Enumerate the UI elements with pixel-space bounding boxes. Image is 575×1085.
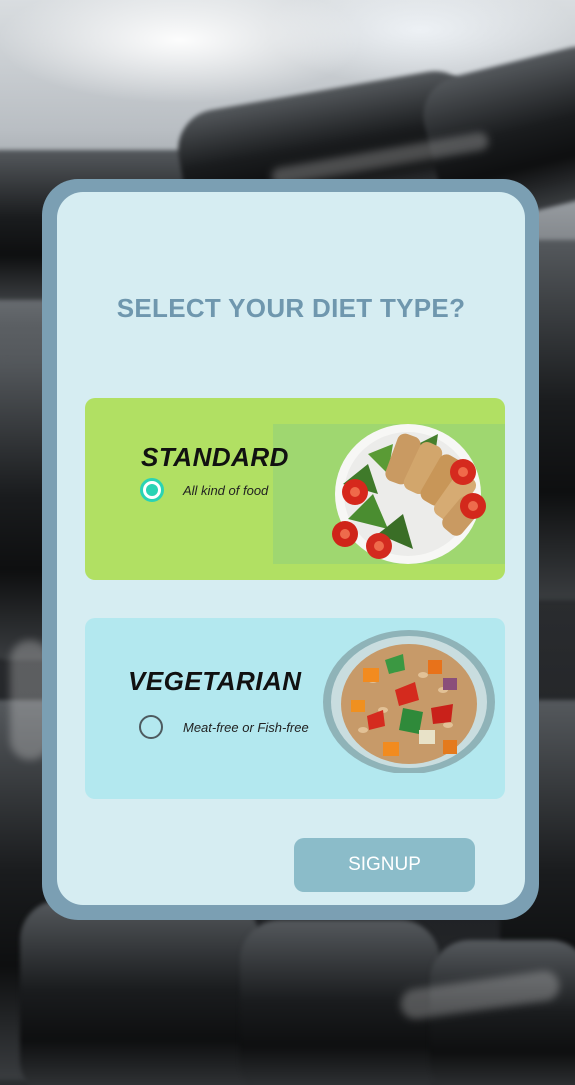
vegetable-bowl-icon xyxy=(323,630,495,774)
option-standard-description: All kind of food xyxy=(183,483,269,498)
salad-image xyxy=(273,424,505,564)
option-standard[interactable]: STANDARD All kind of food xyxy=(85,398,505,580)
option-vegetarian[interactable]: VEGETARIAN Meat-free or Fish-free xyxy=(85,618,505,799)
salad-plate-icon xyxy=(332,424,486,564)
option-vegetarian-radio[interactable] xyxy=(139,715,163,739)
vegetable-bowl-image xyxy=(323,630,495,774)
signup-button[interactable]: SIGNUP xyxy=(294,838,475,892)
page-title: SELECT YOUR DIET TYPE? xyxy=(116,293,466,323)
option-standard-radio[interactable] xyxy=(140,478,164,502)
option-vegetarian-description: Meat-free or Fish-free xyxy=(183,720,309,735)
option-vegetarian-title: VEGETARIAN xyxy=(128,666,302,696)
option-standard-title: STANDARD xyxy=(141,442,289,472)
